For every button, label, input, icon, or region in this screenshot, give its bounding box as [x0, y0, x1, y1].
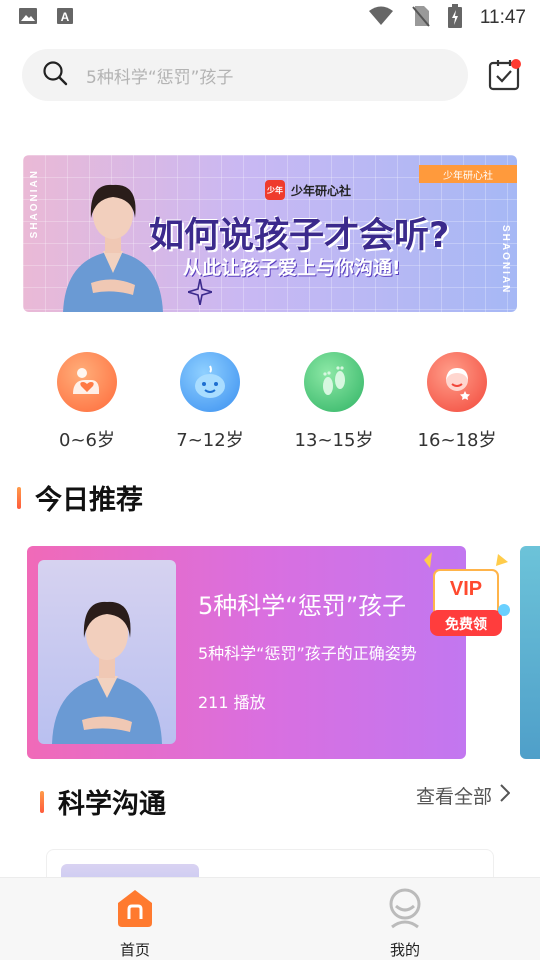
- calendar-check-button[interactable]: [488, 58, 522, 92]
- promo-banner[interactable]: SHAONIAN SHAONIAN 少年 少年研心社 少年研心社 如何说孩子才会…: [23, 155, 517, 312]
- age-label: 0~6岁: [59, 430, 115, 451]
- vip-badge-label: VIP: [449, 578, 483, 600]
- banner-subtitle: 从此让孩子爱上与你沟通!: [183, 257, 401, 279]
- age-group-13-15[interactable]: 13~15岁: [284, 352, 384, 452]
- view-all-link[interactable]: 查看全部: [415, 782, 511, 809]
- view-all-label: 查看全部: [415, 786, 492, 808]
- search-input[interactable]: 5种科学“惩罚”孩子: [22, 49, 468, 101]
- section-title: 今日推荐: [35, 485, 143, 516]
- vip-badge-sublabel: 免费领: [445, 617, 487, 633]
- sparkle-icon: [185, 278, 215, 309]
- section-heading-today: 今日推荐: [17, 478, 143, 517]
- search-icon: [42, 60, 68, 90]
- accent-bar: [17, 486, 21, 509]
- status-time: 11:47: [479, 7, 526, 28]
- recommend-description: 5种科学“惩罚”孩子的正确姿势: [198, 644, 417, 663]
- profile-icon: [384, 887, 426, 933]
- age-group-7-12[interactable]: 7~12岁: [160, 352, 260, 452]
- baby-heart-icon: [57, 352, 117, 412]
- recommend-title: 5种科学“惩罚”孩子: [198, 592, 407, 620]
- status-bar: A 11:47: [0, 0, 540, 36]
- tab-label: 我的: [389, 941, 420, 959]
- banner-vertical-text-right: SHAONIAN: [500, 225, 511, 295]
- footprints-icon: [304, 352, 364, 412]
- next-recommend-card[interactable]: [520, 546, 540, 759]
- teen-face-icon: [427, 352, 487, 412]
- vip-free-badge[interactable]: VIP 免费领: [418, 550, 516, 646]
- child-face-icon: [180, 352, 240, 412]
- bottom-tab-bar: 首页 我的: [0, 877, 540, 960]
- banner-vertical-text-left: SHAONIAN: [29, 169, 40, 239]
- brand-logo: 少年: [265, 180, 285, 200]
- tab-label: 首页: [119, 941, 150, 959]
- search-placeholder: 5种科学“惩罚”孩子: [86, 67, 234, 88]
- text-a-icon: A: [56, 7, 74, 29]
- banner-title: 如何说孩子才会听?: [149, 216, 450, 256]
- svg-text:A: A: [61, 10, 70, 24]
- section-title: 科学沟通: [58, 789, 166, 820]
- battery-charging-icon: [447, 4, 462, 32]
- age-group-0-6[interactable]: 0~6岁: [37, 352, 137, 452]
- age-group-16-18[interactable]: 16~18岁: [407, 352, 507, 452]
- accent-bar: [40, 790, 44, 813]
- banner-brand: 少年 少年研心社: [265, 180, 351, 200]
- recommend-play-count: 211 播放: [198, 693, 266, 712]
- image-icon: [18, 7, 38, 29]
- tab-profile[interactable]: 我的: [270, 878, 540, 960]
- wifi-icon: [368, 6, 394, 30]
- no-sim-icon: [412, 5, 430, 31]
- recommend-thumbnail: [38, 560, 176, 744]
- section-heading-science: 科学沟通: [40, 782, 166, 821]
- age-label: 13~15岁: [294, 430, 374, 451]
- recommend-card[interactable]: 5种科学“惩罚”孩子 5种科学“惩罚”孩子的正确姿势 211 播放: [27, 546, 466, 759]
- age-label: 16~18岁: [417, 430, 497, 451]
- age-label: 7~12岁: [176, 430, 244, 451]
- brand-name: 少年研心社: [291, 183, 352, 198]
- age-groups: 0~6岁 7~12岁 13~15岁 16~18岁: [0, 352, 540, 462]
- home-icon: [114, 887, 156, 933]
- search-row: 5种科学“惩罚”孩子: [22, 49, 522, 101]
- chevron-right-icon: [500, 784, 511, 807]
- calendar-check-icon: [488, 59, 522, 96]
- tab-home[interactable]: 首页: [0, 878, 270, 960]
- banner-tag: 少年研心社: [419, 165, 517, 183]
